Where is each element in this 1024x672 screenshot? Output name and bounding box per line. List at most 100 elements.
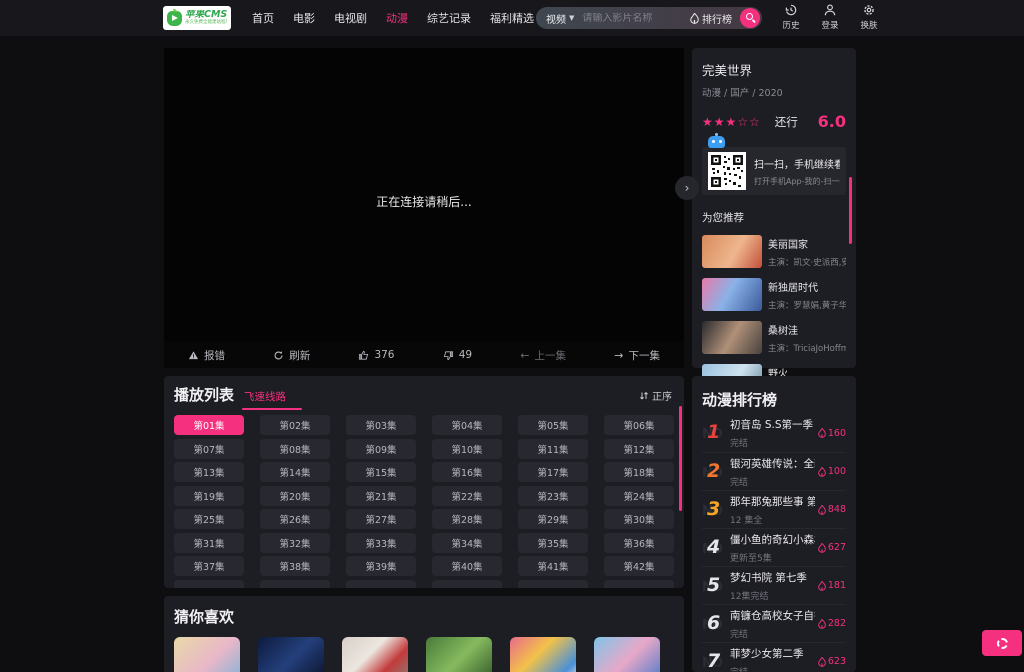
prev-episode-button[interactable]: ← 上一集 <box>520 348 566 363</box>
rank-item[interactable]: NO 2 银河英雄传说：全新... 完结 100 <box>702 452 846 490</box>
sort-order-button[interactable]: 正序 <box>639 388 672 403</box>
episode-button[interactable]: 第25集 <box>174 509 244 529</box>
search-rank-link[interactable]: 排行榜 <box>690 11 732 26</box>
search-category-dropdown[interactable]: 视频 ▼ <box>546 11 574 26</box>
episode-button[interactable]: 第40集 <box>432 556 502 576</box>
episode-button[interactable]: 第29集 <box>518 509 588 529</box>
change-skin-button[interactable]: 换肤 <box>856 3 882 31</box>
episode-button[interactable]: 第03集 <box>346 415 416 435</box>
episode-button[interactable]: 第17集 <box>518 462 588 482</box>
poster-thumb[interactable] <box>510 637 576 672</box>
dislike-button[interactable]: 49 <box>443 349 472 361</box>
login-button[interactable]: 登录 <box>817 3 843 31</box>
nav-item[interactable]: 电影 <box>293 10 315 26</box>
poster-thumb[interactable] <box>342 637 408 672</box>
episode-button[interactable]: 第28集 <box>432 509 502 529</box>
episode-button[interactable]: 第08集 <box>260 438 330 459</box>
episode-button[interactable]: 第15集 <box>346 462 416 482</box>
report-error-button[interactable]: 报错 <box>188 348 225 363</box>
floating-settings-button[interactable] <box>982 630 1022 656</box>
episode-button[interactable]: 第01集 <box>174 415 244 435</box>
recommend-scrollbar[interactable] <box>849 177 852 244</box>
rank-item[interactable]: NO 1 初音岛 S.S第一季 完结 160 <box>702 414 846 452</box>
recommend-item[interactable]: 美丽国家 主演：凯文·史派西,安妮特... <box>702 235 846 268</box>
playlist-title: 播放列表 <box>174 386 235 404</box>
recommend-list: 美丽国家 主演：凯文·史派西,安妮特... 新独居时代 主演：罗慧娟,黄子华,甄… <box>702 235 846 397</box>
poster-thumb[interactable] <box>426 637 492 672</box>
playlist-line-tab[interactable]: 飞速线路 <box>242 389 303 410</box>
episode-button[interactable]: 第22集 <box>432 485 502 506</box>
search-button[interactable] <box>740 8 760 28</box>
episode-button[interactable]: 第13集 <box>174 462 244 482</box>
episode-button[interactable]: 第32集 <box>260 532 330 553</box>
episode-button[interactable]: 第02集 <box>260 415 330 435</box>
episode-button[interactable]: 第04集 <box>432 415 502 435</box>
episode-button[interactable]: 第16集 <box>432 462 502 482</box>
episode-button[interactable]: 第19集 <box>174 485 244 506</box>
like-button[interactable]: 376 <box>358 349 394 361</box>
episode-button[interactable]: 第39集 <box>346 556 416 576</box>
nav-item[interactable]: 综艺记录 <box>427 10 471 26</box>
qr-caption-sub: 打开手机App-我的-扫一扫 <box>754 176 840 186</box>
episode-button[interactable]: 第12集 <box>604 438 674 459</box>
episode-button-partial[interactable] <box>604 579 674 588</box>
rank-item[interactable]: NO 4 僵小鱼的奇幻小森林 更新至5集 627 <box>702 528 846 566</box>
nav-item[interactable]: 福利精选 <box>490 10 534 26</box>
refresh-button[interactable]: 刷新 <box>273 348 310 363</box>
nav-item[interactable]: 首页 <box>252 10 274 26</box>
rank-item[interactable]: NO 7 菲梦少女第二季 完结 623 <box>702 642 846 672</box>
rank-item-heat: 181 <box>818 580 846 591</box>
episode-button[interactable]: 第18集 <box>604 462 674 482</box>
apple-logo-icon <box>167 8 182 26</box>
episode-button[interactable]: 第09集 <box>346 438 416 459</box>
episode-button[interactable]: 第20集 <box>260 485 330 506</box>
episode-button[interactable]: 第11集 <box>518 438 588 459</box>
episode-button-partial[interactable] <box>174 579 244 588</box>
episode-button[interactable]: 第38集 <box>260 556 330 576</box>
episode-button[interactable]: 第34集 <box>432 532 502 553</box>
episode-button[interactable]: 第14集 <box>260 462 330 482</box>
site-logo[interactable]: 苹果CMS 永久免费全能建站程序 <box>163 6 231 30</box>
next-episode-button[interactable]: → 下一集 <box>614 348 660 363</box>
episode-button-partial[interactable] <box>432 579 502 588</box>
episode-button[interactable]: 第36集 <box>604 532 674 553</box>
playlist-scrollbar[interactable] <box>679 406 682 511</box>
episode-button[interactable]: 第05集 <box>518 415 588 435</box>
episode-button[interactable]: 第37集 <box>174 556 244 576</box>
episode-button-partial[interactable] <box>346 579 416 588</box>
history-button[interactable]: 历史 <box>778 3 804 31</box>
episode-button[interactable]: 第21集 <box>346 485 416 506</box>
poster-thumb[interactable] <box>174 637 240 672</box>
episode-button[interactable]: 第33集 <box>346 532 416 553</box>
recommend-item[interactable]: 桑树洼 主演：TriciaJoHoffman,Ba... <box>702 321 846 354</box>
recommend-item[interactable]: 新独居时代 主演：罗慧娟,黄子华,甄楚倩... <box>702 278 846 311</box>
episode-button-partial[interactable] <box>518 579 588 588</box>
rank-item-status: 完结 <box>730 629 749 640</box>
nav-item[interactable]: 电视剧 <box>334 10 367 26</box>
logo-title: 苹果CMS <box>185 10 227 21</box>
nav-item[interactable]: 动漫 <box>386 10 408 26</box>
episode-button[interactable]: 第42集 <box>604 556 674 576</box>
episode-button[interactable]: 第26集 <box>260 509 330 529</box>
episode-button[interactable]: 第41集 <box>518 556 588 576</box>
rank-item[interactable]: NO 5 梦幻书院 第七季 12集完结 181 <box>702 566 846 604</box>
episode-button[interactable]: 第30集 <box>604 509 674 529</box>
poster-thumb[interactable] <box>258 637 324 672</box>
rank-item-heat: 623 <box>818 656 846 667</box>
search-input[interactable] <box>582 12 690 24</box>
episode-button[interactable]: 第06集 <box>604 415 674 435</box>
episode-button[interactable]: 第07集 <box>174 438 244 459</box>
episode-button[interactable]: 第27集 <box>346 509 416 529</box>
episode-button[interactable]: 第31集 <box>174 532 244 553</box>
episode-button-partial[interactable] <box>260 579 330 588</box>
episode-button[interactable]: 第24集 <box>604 485 674 506</box>
poster-thumb[interactable] <box>594 637 660 672</box>
rank-item[interactable]: NO 6 南镰仓高校女子自行... 完结 282 <box>702 604 846 642</box>
episode-button[interactable]: 第23集 <box>518 485 588 506</box>
qr-code <box>708 152 746 190</box>
episode-button[interactable]: 第10集 <box>432 438 502 459</box>
episode-button[interactable]: 第35集 <box>518 532 588 553</box>
rank-item[interactable]: NO 3 那年那兔那些事 第二... 12 集全 848 <box>702 490 846 528</box>
video-player[interactable]: 正在连接请稍后... 报错 刷新 376 49 ← 上一集 → 下一集 <box>164 48 684 368</box>
collapse-sidebar-button[interactable]: › <box>675 176 699 200</box>
